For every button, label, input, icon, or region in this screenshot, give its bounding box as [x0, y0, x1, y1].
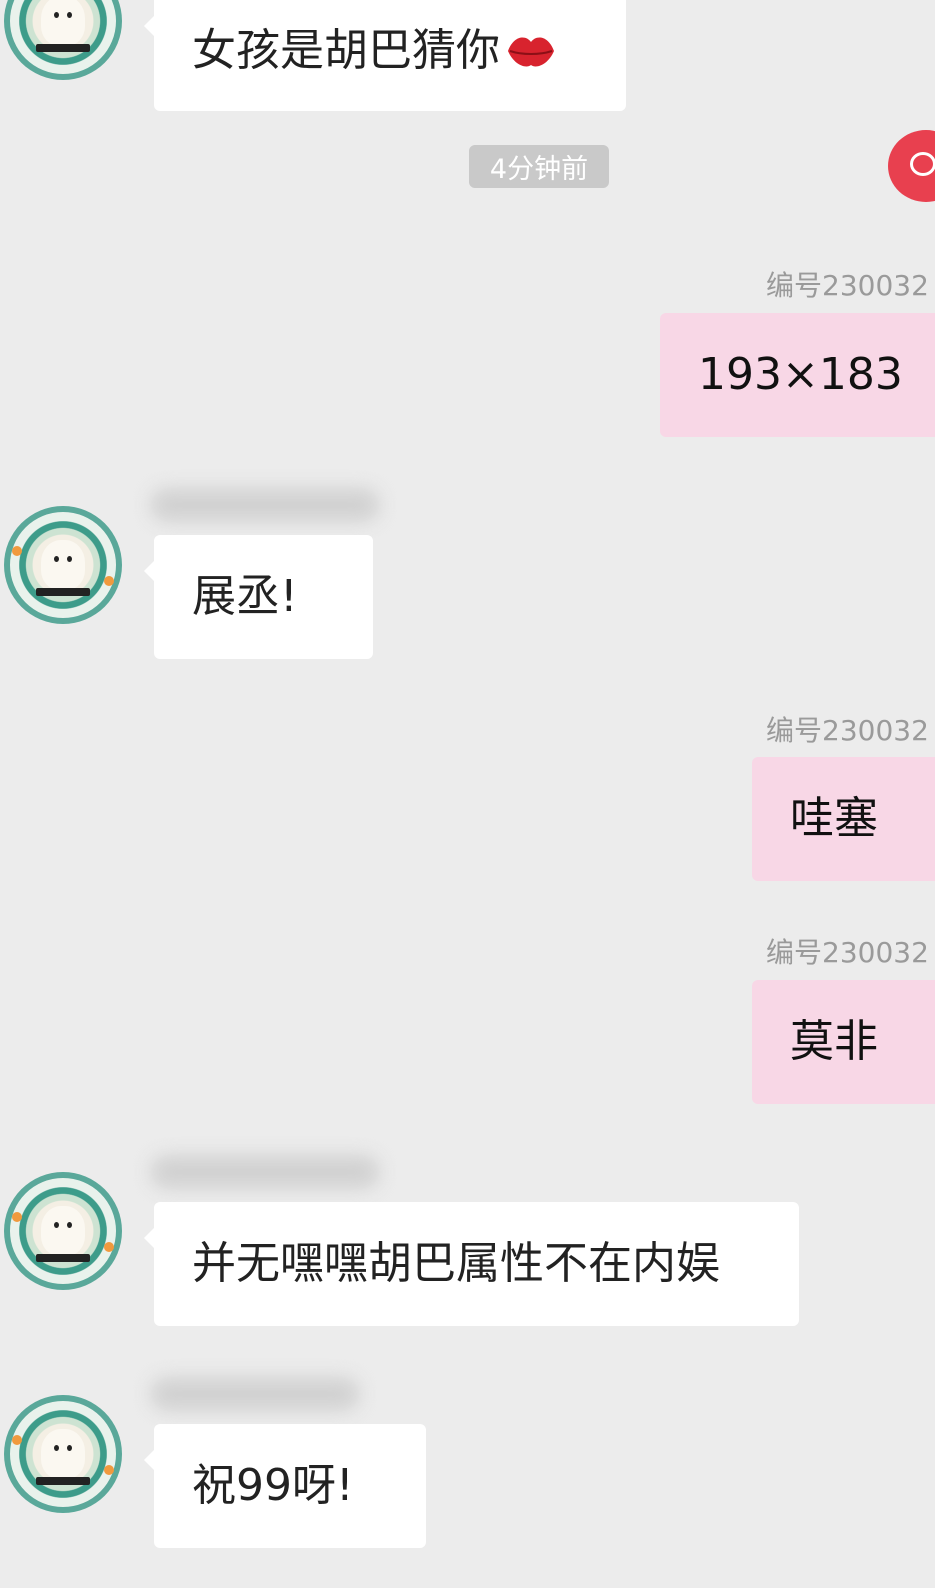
message-text: 祝99呀!	[192, 1460, 354, 1511]
message-bubble-outgoing[interactable]: 哇塞	[752, 757, 935, 881]
message-bubble-outgoing[interactable]: 莫非	[752, 980, 935, 1104]
avatar[interactable]	[4, 506, 122, 624]
message-text: 193×183	[698, 349, 903, 400]
message-text: 莫非	[790, 1016, 878, 1067]
message-text: 哇塞	[790, 793, 878, 844]
avatar[interactable]	[4, 0, 122, 80]
message-text: 并无嘿嘿胡巴属性不在内娱	[192, 1238, 720, 1289]
avatar-band	[36, 1254, 90, 1262]
sender-name-blurred	[150, 488, 380, 522]
message-text: 展丞!	[192, 571, 298, 622]
avatar[interactable]	[4, 1172, 122, 1290]
sender-name: 编号230032	[766, 936, 929, 969]
sender-name-blurred	[150, 1377, 360, 1411]
avatar-face	[41, 540, 85, 590]
message-bubble-outgoing[interactable]: 193×183	[660, 313, 935, 437]
timestamp-badge: 4分钟前	[469, 145, 609, 188]
message-bubble-incoming[interactable]: 祝99呀!	[144, 1424, 426, 1548]
avatar-face	[41, 1429, 85, 1479]
avatar-face	[41, 0, 85, 46]
avatar-band	[36, 1477, 90, 1485]
floating-chat-button[interactable]	[888, 130, 935, 202]
avatar[interactable]	[4, 1395, 122, 1513]
sender-name-blurred	[150, 1155, 380, 1189]
message-bubble-incoming[interactable]: 展丞!	[144, 535, 373, 659]
message-bubble-incoming[interactable]: 并无嘿嘿胡巴属性不在内娱	[144, 1202, 799, 1326]
sender-name: 编号230032	[766, 269, 929, 302]
message-bubble-incoming[interactable]: 女孩是胡巴猜你	[144, 0, 626, 111]
chat-icon	[910, 152, 935, 176]
avatar-face	[41, 1206, 85, 1256]
lips-icon	[508, 37, 554, 66]
avatar-band	[36, 588, 90, 596]
message-text: 女孩是胡巴猜你	[192, 24, 500, 76]
sender-name: 编号230032	[766, 714, 929, 747]
avatar-band	[36, 44, 90, 52]
timestamp-text: 4分钟前	[489, 154, 589, 185]
